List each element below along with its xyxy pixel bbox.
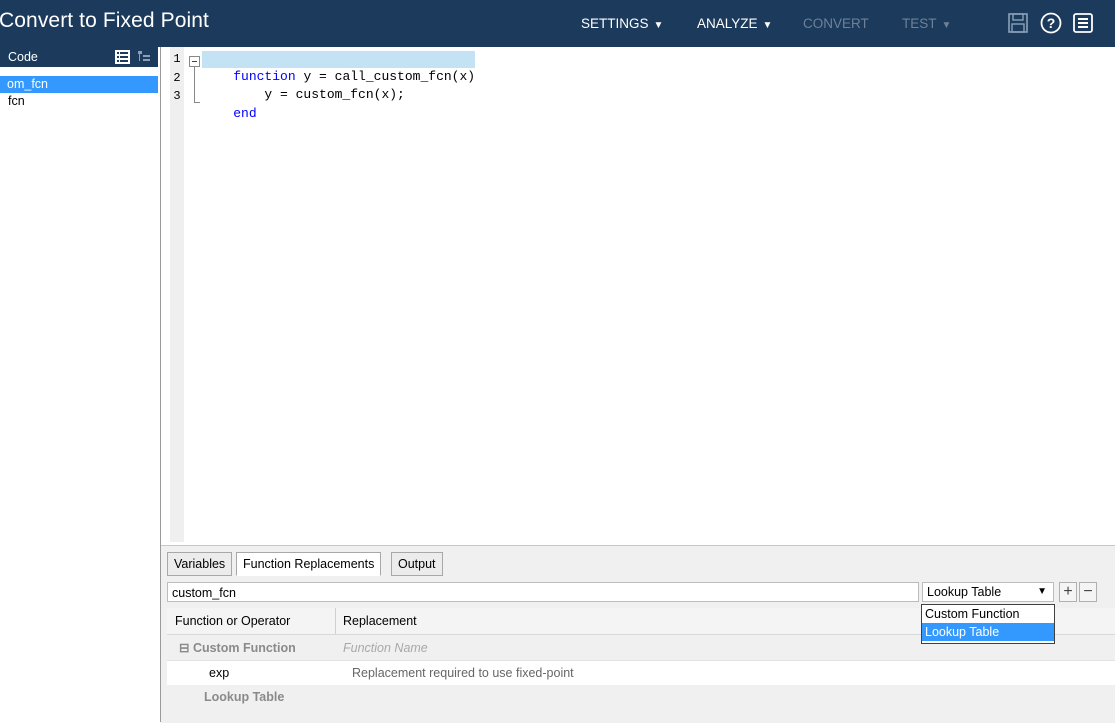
tab-label: Output: [398, 557, 436, 571]
add-button[interactable]: +: [1059, 582, 1077, 602]
code-panel-header: Code: [0, 47, 158, 67]
table-row[interactable]: exp Replacement required to use fixed-po…: [167, 660, 1115, 686]
svg-text:?: ?: [1047, 15, 1056, 31]
tab-variables[interactable]: Variables: [167, 552, 233, 576]
help-icon[interactable]: ?: [1040, 12, 1062, 34]
code-editor[interactable]: 1 2 3 function y = call_custom_fcn(x) y …: [161, 47, 1115, 545]
column-divider: [335, 608, 336, 634]
chevron-down-icon: ▼: [1037, 586, 1047, 597]
option-lookup-table[interactable]: Lookup Table: [922, 623, 1054, 641]
code-panel: Code om_fcn fcn: [0, 47, 161, 722]
menu-convert[interactable]: CONVERT: [803, 16, 869, 31]
chevron-down-icon: ▼: [941, 20, 952, 31]
placeholder-cell: Function Name: [343, 641, 428, 655]
fold-guide-end: [194, 102, 200, 103]
tab-label: Function Replacements: [243, 557, 375, 571]
line-number: 1: [173, 52, 181, 66]
group-label: ⊟ Custom Function: [179, 641, 296, 655]
file-item-label: fcn: [8, 94, 25, 108]
menu-analyze[interactable]: ANALYZE ▼: [697, 16, 772, 31]
file-item[interactable]: fcn: [0, 93, 158, 110]
option-custom-function[interactable]: Custom Function: [922, 605, 1054, 623]
code-line-1: function y = call_custom_fcn(x): [202, 51, 476, 84]
code-keyword: end: [233, 106, 257, 121]
replacement-type-dropdown[interactable]: Lookup Table ▼: [922, 582, 1054, 602]
fold-guide: [194, 67, 195, 103]
app-title: Convert to Fixed Point: [0, 9, 209, 32]
save-icon[interactable]: [1007, 12, 1029, 34]
menu-test-label: TEST: [902, 16, 937, 31]
menu-icon[interactable]: [1072, 12, 1094, 34]
column-header: Function or Operator: [175, 614, 291, 628]
function-name-input[interactable]: custom_fcn: [167, 582, 919, 602]
line-number-gutter: [170, 47, 184, 542]
group-label: Lookup Table: [204, 690, 285, 704]
menu-settings[interactable]: SETTINGS ▼: [581, 16, 663, 31]
line-number: 2: [173, 71, 181, 85]
table-row[interactable]: Lookup Table: [167, 685, 1115, 709]
file-item[interactable]: om_fcn: [0, 76, 158, 93]
code-panel-title: Code: [8, 50, 38, 64]
code-text: y = custom_fcn(x);: [233, 87, 405, 102]
remove-button[interactable]: −: [1079, 582, 1097, 602]
column-header: Replacement: [343, 614, 417, 628]
status-cell: Replacement required to use fixed-point: [352, 666, 574, 680]
file-item-label: om_fcn: [7, 77, 48, 91]
title-bar: Convert to Fixed Point SETTINGS ▼ ANALYZE…: [0, 0, 1115, 47]
tab-output[interactable]: Output: [391, 552, 443, 576]
code-line-3: end: [202, 88, 256, 121]
function-cell: exp: [209, 666, 230, 680]
list-view-icon[interactable]: [115, 50, 130, 64]
menu-test[interactable]: TEST ▼: [902, 16, 951, 31]
bottom-panel: Variables Function Replacements Output c…: [161, 545, 1115, 723]
tab-function-replacements[interactable]: Function Replacements: [236, 552, 382, 576]
fold-toggle-icon[interactable]: [189, 56, 200, 67]
menu-analyze-label: ANALYZE: [697, 16, 758, 31]
dropdown-value: Lookup Table: [927, 585, 1002, 599]
menu-convert-label: CONVERT: [803, 16, 869, 31]
replacement-type-options: Custom Function Lookup Table: [921, 604, 1055, 644]
tab-label: Variables: [174, 557, 226, 571]
chevron-down-icon: ▼: [762, 20, 773, 31]
code-line-2: y = custom_fcn(x);: [202, 69, 404, 102]
tree-view-icon[interactable]: [137, 50, 151, 64]
menu-settings-label: SETTINGS: [581, 16, 649, 31]
line-number: 3: [173, 89, 181, 103]
chevron-down-icon: ▼: [653, 20, 664, 31]
